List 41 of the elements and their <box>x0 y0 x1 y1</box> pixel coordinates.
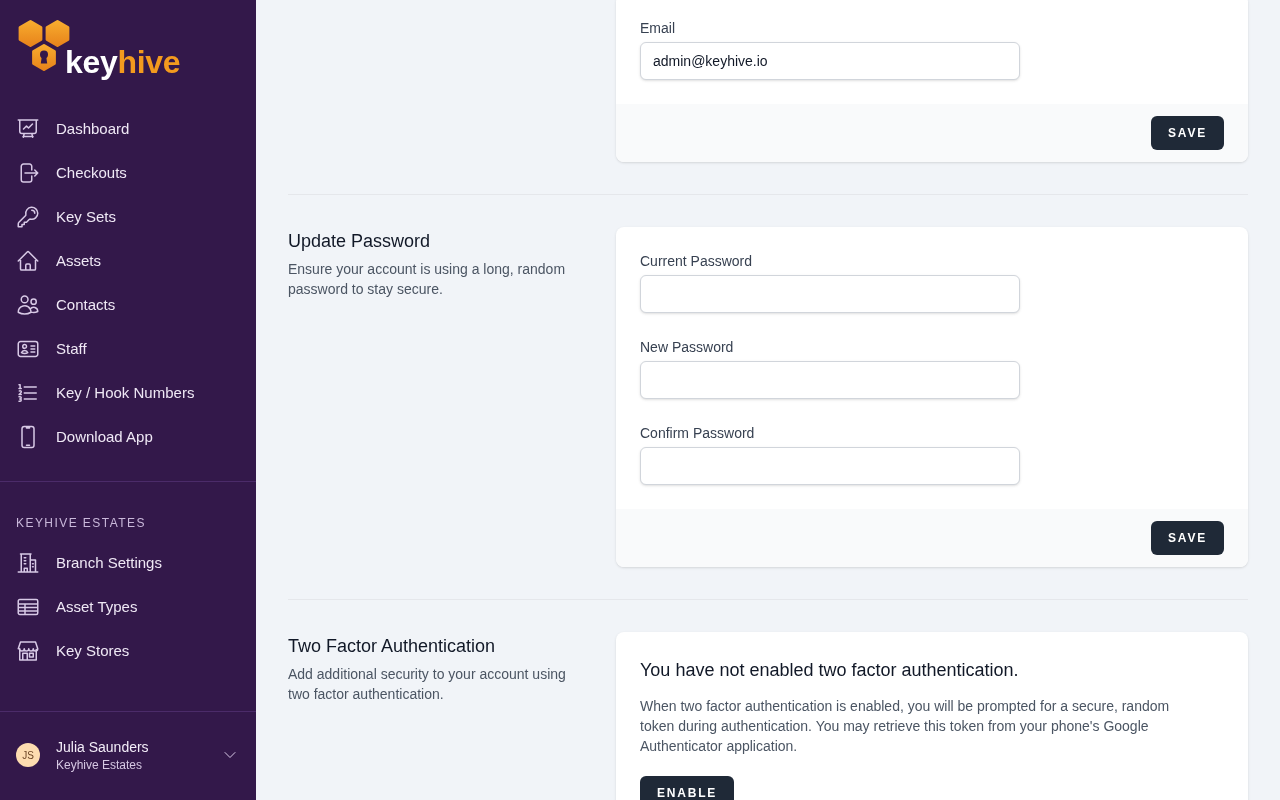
section-title: Update Password <box>288 230 432 253</box>
nav-item[interactable]: Checkouts <box>0 151 256 195</box>
field-label: New Password <box>640 338 735 357</box>
nav-item[interactable]: Contacts <box>0 283 256 327</box>
user-name: Julia Saunders <box>56 738 149 757</box>
nav-item[interactable]: Dashboard <box>0 107 256 151</box>
nav-item[interactable]: Assets <box>0 239 256 283</box>
section-title: Two Factor Authentication <box>288 635 497 658</box>
section-description: Add additional security to your account using two factor authentication. <box>288 665 567 704</box>
chart-easel-icon <box>16 117 40 141</box>
save-button[interactable]: SAVE <box>1151 116 1224 150</box>
status-heading: You have not enabled two factor authentication. <box>640 659 1020 682</box>
section-description: Ensure your account is using a long, random password to stay secure. <box>288 260 567 299</box>
nav-item[interactable]: Branch Settings <box>0 541 256 585</box>
building-icon <box>16 551 40 575</box>
field-label: Confirm Password <box>640 424 756 443</box>
text-field[interactable] <box>640 361 1020 399</box>
brand-name: keyhive <box>65 46 181 78</box>
text-field[interactable]: admin@keyhive.io <box>640 42 1020 80</box>
info-text: When two factor authentication is enabled, you will be prompted for a secure, random token during authentication. You may retrieve this token from your phone's Google Authenticator application. <box>640 697 1171 756</box>
nav-item[interactable]: Download App <box>0 415 256 459</box>
user-menu[interactable]: JS Julia Saunders Keyhive Estates <box>0 711 256 800</box>
nav-item[interactable]: Key / Hook Numbers <box>0 371 256 415</box>
nav-item[interactable]: Key Sets <box>0 195 256 239</box>
nav-item[interactable]: Staff <box>0 327 256 371</box>
numbered-list-icon <box>16 381 40 405</box>
field-label: Current Password <box>640 252 754 271</box>
people-icon <box>16 293 40 317</box>
key-icon <box>16 205 40 229</box>
field-label: Email <box>640 19 676 38</box>
house-icon <box>16 249 40 273</box>
section-heading: KEYHIVE ESTATES <box>15 515 147 531</box>
nav-item[interactable]: Asset Types <box>0 585 256 629</box>
save-button[interactable]: SAVE <box>1151 521 1224 555</box>
user-organization: Keyhive Estates <box>56 757 144 773</box>
text-field[interactable] <box>640 447 1020 485</box>
storefront-icon <box>16 639 40 663</box>
enable-button[interactable]: ENABLE <box>640 776 735 800</box>
avatar-initials: JS <box>16 743 40 767</box>
text-field[interactable] <box>640 275 1020 313</box>
nav-item[interactable]: Key Stores <box>0 629 256 673</box>
